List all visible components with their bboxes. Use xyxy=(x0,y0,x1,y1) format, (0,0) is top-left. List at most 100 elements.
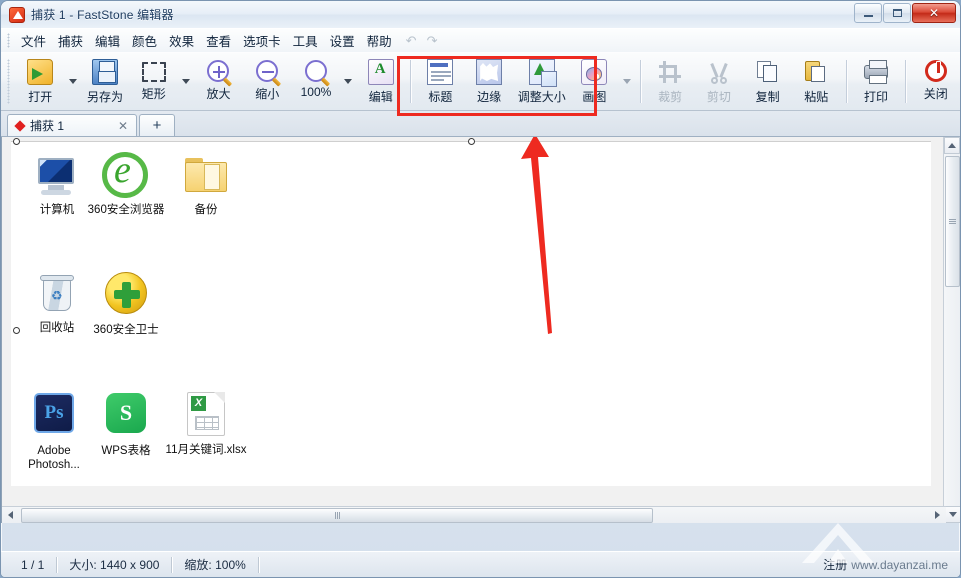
selection-handle-mid-left[interactable] xyxy=(13,327,20,334)
redo-icon[interactable]: ↷ xyxy=(427,33,438,49)
save-disk-icon xyxy=(92,59,119,85)
rectangle-dropdown-arrow-icon[interactable] xyxy=(182,79,191,84)
toolbar-separator-3 xyxy=(845,60,847,103)
edge-effect-icon xyxy=(476,59,503,85)
undo-icon[interactable]: ↶ xyxy=(406,33,417,49)
menu-file[interactable]: 文件 xyxy=(15,28,52,53)
horizontal-scrollbar[interactable] xyxy=(2,506,946,523)
toolbar-label-resize: 调整大小 xyxy=(517,90,566,104)
chevron-down-icon xyxy=(948,512,957,517)
tab-capture-1[interactable]: 捕获 1 ✕ xyxy=(7,114,137,136)
tab-close-icon[interactable]: ✕ xyxy=(116,119,130,133)
desktop-icon-backup[interactable]: 备份 xyxy=(163,152,249,217)
toolbar-grip[interactable] xyxy=(7,59,10,104)
status-page-count: 1 / 1 xyxy=(9,556,58,573)
vertical-scroll-thumb[interactable] xyxy=(945,156,960,287)
overflow-arrow-icon[interactable] xyxy=(622,79,631,84)
menu-view[interactable]: 查看 xyxy=(200,28,237,53)
zoom-out-icon xyxy=(256,60,279,82)
menu-tools[interactable]: 工具 xyxy=(287,28,324,53)
menu-effects[interactable]: 效果 xyxy=(163,28,200,53)
toolbar-button-edit[interactable]: 编辑 xyxy=(356,53,405,110)
menu-capture[interactable]: 捕获 xyxy=(52,28,89,53)
desktop-icon-wps-sheet[interactable]: S WPS表格 xyxy=(83,390,169,458)
desktop-icon-keywords-xlsx[interactable]: X 11月关键词.xlsx xyxy=(163,390,249,457)
copy-icon xyxy=(755,59,781,85)
new-tab-button[interactable]: + xyxy=(139,114,175,136)
toolbar-button-resize[interactable]: 调整大小 xyxy=(514,53,571,110)
paste-icon xyxy=(803,59,829,85)
toolbar-button-zoom-in[interactable]: 放大 xyxy=(194,53,243,110)
browser-360-icon xyxy=(102,147,150,200)
toolbar-label-zoom-in: 放大 xyxy=(206,87,231,101)
menu-grip[interactable] xyxy=(7,33,10,48)
toolbar-button-save-as[interactable]: 另存为 xyxy=(81,53,130,110)
tab-label: 捕获 1 xyxy=(30,119,65,133)
menu-edit[interactable]: 编辑 xyxy=(89,28,126,53)
image-canvas-area[interactable]: 计算机 360安全浏览器 备份 ♻ 回收站 360安 xyxy=(1,137,960,523)
crop-icon xyxy=(657,59,683,85)
selection-handle-top-left[interactable] xyxy=(13,138,20,145)
toolbar-button-copy[interactable]: 复制 xyxy=(743,53,792,110)
toolbar-button-zoom-100[interactable]: 100% xyxy=(292,53,341,110)
undo-redo-group: ↶ ↷ xyxy=(406,33,438,49)
zoom-in-icon xyxy=(207,60,230,82)
horizontal-scroll-thumb[interactable] xyxy=(21,507,653,523)
toolbar-button-caption[interactable]: 标题 xyxy=(416,53,465,110)
recycle-bin-icon: ♻ xyxy=(33,270,81,318)
close-button[interactable]: ✕ xyxy=(912,3,956,23)
desktop-icon-360-guard[interactable]: 360安全卫士 xyxy=(83,270,169,337)
chevron-right-icon xyxy=(935,511,940,519)
desktop-icon-label: WPS表格 xyxy=(101,445,151,457)
desktop-icon-label: 备份 xyxy=(194,204,218,216)
toolbar-button-paste[interactable]: 粘贴 xyxy=(792,53,841,110)
vertical-scrollbar[interactable] xyxy=(943,137,960,523)
menu-tabs[interactable]: 选项卡 xyxy=(237,28,287,53)
desktop-icon-360-browser[interactable]: 360安全浏览器 xyxy=(83,147,169,217)
maximize-button[interactable] xyxy=(883,3,911,23)
toolbar-button-crop[interactable]: 裁剪 xyxy=(646,53,695,110)
selection-handle-top-center[interactable] xyxy=(468,138,475,145)
toolbar-label-crop: 裁剪 xyxy=(658,90,683,104)
toolbar-button-print[interactable]: 打印 xyxy=(852,53,901,110)
menu-settings[interactable]: 设置 xyxy=(324,28,361,53)
toolbar-button-cut[interactable]: 剪切 xyxy=(694,53,743,110)
toolbar-button-close-image[interactable]: 关闭 xyxy=(911,53,960,110)
captured-image[interactable]: 计算机 360安全浏览器 备份 ♻ 回收站 360安 xyxy=(11,141,931,486)
scissors-icon xyxy=(706,59,732,85)
scroll-right-button[interactable] xyxy=(929,508,946,523)
chevron-left-icon xyxy=(8,511,13,519)
scroll-left-button[interactable] xyxy=(2,508,19,523)
menu-color[interactable]: 颜色 xyxy=(126,28,163,53)
scroll-up-button[interactable] xyxy=(944,137,960,154)
menu-help[interactable]: 帮助 xyxy=(361,28,398,53)
toolbar-button-rectangle[interactable]: 矩形 xyxy=(129,53,178,110)
tab-strip: 捕获 1 ✕ + xyxy=(1,111,960,137)
minimize-button[interactable] xyxy=(854,3,882,23)
toolbar-label-edge: 边缘 xyxy=(477,90,502,104)
status-register-label[interactable]: 注册 xyxy=(823,556,847,573)
toolbar-separator-4 xyxy=(905,60,907,103)
desktop-icon-label: 11月关键词.xlsx xyxy=(165,444,247,456)
printer-icon xyxy=(864,60,888,84)
toolbar-label-caption: 标题 xyxy=(428,90,453,104)
zoom-dropdown-arrow-icon[interactable] xyxy=(344,79,353,84)
open-folder-icon xyxy=(27,59,54,85)
desktop-icon-label: 360安全浏览器 xyxy=(87,204,165,216)
toolbar-label-zoom-100: 100% xyxy=(300,85,332,99)
status-register-area[interactable]: 注册 www.dayanzai.me xyxy=(823,556,948,573)
toolbar-button-paint[interactable]: 画图 xyxy=(570,53,619,110)
horizontal-scroll-track[interactable] xyxy=(19,507,929,523)
status-bar: 1 / 1 大小: 1440 x 900 缩放: 100% 注册 www.day… xyxy=(1,523,960,577)
status-zoom-level: 缩放: 100% xyxy=(172,556,259,573)
toolbar-label-copy: 复制 xyxy=(755,90,780,104)
toolbar-separator xyxy=(410,60,412,103)
chevron-up-icon xyxy=(948,143,956,148)
toolbar-button-edge[interactable]: 边缘 xyxy=(465,53,514,110)
scroll-down-button[interactable] xyxy=(944,506,960,523)
open-dropdown-arrow-icon[interactable] xyxy=(68,79,77,84)
maximize-icon xyxy=(892,9,902,17)
toolbar-button-zoom-out[interactable]: 缩小 xyxy=(243,53,292,110)
toolbar-label-print: 打印 xyxy=(864,90,889,104)
toolbar-button-open[interactable]: 打开 xyxy=(16,53,65,110)
